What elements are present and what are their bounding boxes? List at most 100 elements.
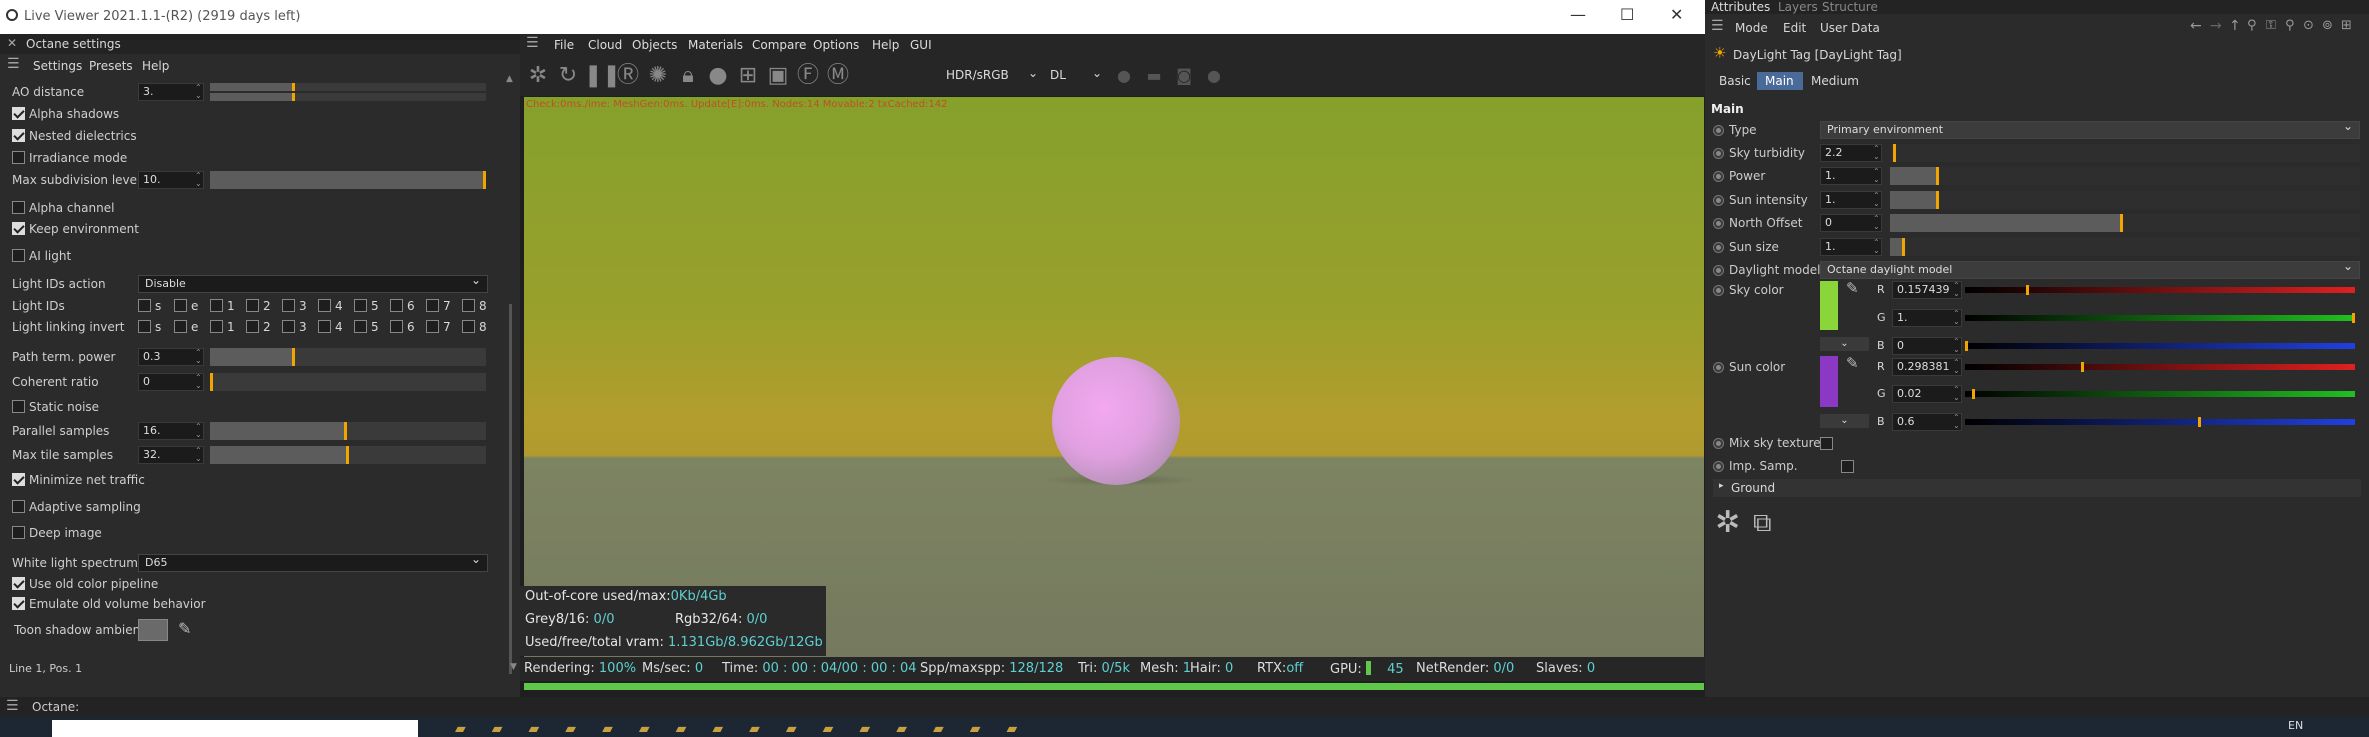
max-subdivision-slider[interactable] [210,171,486,189]
light-id-s[interactable] [138,299,151,312]
lock-icon[interactable]: 🔒︎ [674,62,702,90]
irradiance-mode-checkbox[interactable] [12,151,25,164]
alpha-shadows-checkbox[interactable] [12,107,25,120]
sky-color-expand-icon[interactable]: ⌄ [1820,337,1869,351]
search-icon[interactable]: ⚲ [2247,18,2257,33]
north-offset-keyframe-icon[interactable] [1713,218,1724,229]
alpha-shadows-row[interactable]: Alpha shadows [12,107,119,125]
link-invert-4[interactable] [318,320,331,333]
menu-edit[interactable]: Edit [1783,21,1806,35]
emulate-old-volume-row[interactable]: Emulate old volume behavior [12,597,206,615]
sun-color-eyedropper-icon[interactable]: ✎ [1846,354,1859,372]
sphere-material-icon[interactable]: ● [704,62,732,90]
menu-presets[interactable]: Presets [89,59,133,73]
type-keyframe-icon[interactable] [1713,125,1724,136]
menu-materials[interactable]: Materials [688,38,743,52]
link-invert-6[interactable] [390,320,403,333]
north-offset-slider[interactable] [1890,214,2360,232]
north-offset-input[interactable]: 0 [1820,214,1882,232]
light-id-8[interactable] [462,299,475,312]
tab-attributes[interactable]: Attributes [1711,0,1770,14]
daylight-model-dropdown[interactable]: Octane daylight model [1820,259,2360,279]
path-term-power-slider[interactable] [210,348,486,366]
add-panel-icon[interactable]: ⊞ [2341,18,2352,33]
link-invert-3[interactable] [282,320,295,333]
pin-icon[interactable]: ⊚ [2322,18,2333,33]
coherent-ratio-input[interactable]: 0 [138,373,204,391]
back-arrow-icon[interactable]: ← [2190,18,2202,34]
keep-environment-row[interactable]: Keep environment [12,222,139,240]
attributes-hamburger-icon[interactable]: ☰ [1711,18,1724,34]
mix-sky-texture-checkbox[interactable] [1820,437,1833,450]
max-tile-samples-slider[interactable] [210,446,486,464]
light-id-5[interactable] [354,299,367,312]
static-noise-checkbox[interactable] [12,400,25,413]
imp-samp-keyframe-icon[interactable] [1713,461,1724,472]
material-picker-icon[interactable]: Ⓜ [824,62,852,90]
viewer-hamburger-icon[interactable]: ☰ [526,35,539,51]
alpha-channel-checkbox[interactable] [12,201,25,214]
restart-render-icon[interactable]: ↻ [554,62,582,90]
ground-section[interactable]: ▸ Ground [1713,479,2361,497]
light-id-e[interactable] [174,299,187,312]
sky-g-slider[interactable] [1965,313,2355,323]
octane-logo-icon[interactable]: ✲ [524,62,552,90]
light-id-3[interactable] [282,299,295,312]
power-slider[interactable] [1890,167,2360,185]
maximize-button[interactable]: ☐ [1620,5,1634,24]
sky-color-eyedropper-icon[interactable]: ✎ [1846,279,1859,297]
menu-options[interactable]: Options [813,38,859,52]
link-invert-5[interactable] [354,320,367,333]
render-mode-select[interactable]: DL ⌄ [1048,65,1106,87]
tab-layers[interactable]: Layers [1778,0,1818,14]
close-panel-icon[interactable]: ✕ [7,36,17,50]
static-noise-row[interactable]: Static noise [12,400,99,418]
toon-shadow-swatch[interactable] [138,619,168,641]
taskbar-search-box[interactable] [52,720,418,737]
mix-sky-keyframe-icon[interactable] [1713,438,1724,449]
new-window-icon[interactable]: ⊙ [2303,18,2314,33]
light-id-7[interactable] [426,299,439,312]
sun-size-slider[interactable] [1890,238,2360,256]
menu-settings[interactable]: Settings [33,59,82,73]
sky-turbidity-input[interactable]: 2.2 [1820,144,1882,162]
keep-environment-checkbox[interactable] [12,222,25,235]
node-editor-icon[interactable]: ⧉ [1753,508,1772,539]
type-dropdown[interactable]: Primary environment [1820,119,2360,139]
link-invert-7[interactable] [426,320,439,333]
sky-b-slider[interactable] [1965,341,2355,351]
sky-g-input[interactable]: 1. [1892,309,1962,327]
light-id-4[interactable] [318,299,331,312]
irradiance-mode-row[interactable]: Irradiance mode [12,151,127,169]
imp-samp-checkbox[interactable] [1840,460,1854,473]
sun-g-slider[interactable] [1965,389,2355,399]
nested-dielectrics-checkbox[interactable] [12,129,25,142]
ai-light-row[interactable]: AI light [12,249,71,267]
film-region-icon[interactable]: Ⓕ [794,62,822,90]
tab-structure[interactable]: Structure [1822,0,1878,14]
daylight-model-keyframe-icon[interactable] [1713,265,1724,276]
menu-objects[interactable]: Objects [632,38,677,52]
link-invert-s[interactable] [138,320,151,333]
adaptive-sampling-checkbox[interactable] [12,500,25,513]
use-old-color-pipeline-checkbox[interactable] [12,577,25,590]
path-term-power-input[interactable]: 0.3 [138,348,204,366]
power-keyframe-icon[interactable] [1713,171,1724,182]
sun-intensity-slider[interactable] [1890,191,2360,209]
color-space-select[interactable]: HDR/sRGB ⌄ [944,65,1042,87]
hamburger-icon[interactable]: ☰ [7,56,20,72]
light-id-2[interactable] [246,299,259,312]
light-id-1[interactable] [210,299,223,312]
sun-size-input[interactable]: 1. [1820,238,1882,256]
use-old-color-pipeline-row[interactable]: Use old color pipeline [12,577,158,595]
menu-user-data[interactable]: User Data [1820,21,1880,35]
sun-r-input[interactable]: 0.298381 [1892,358,1962,376]
octane-help-icon[interactable]: ✲ [1715,505,1740,540]
power-input[interactable]: 1. [1820,167,1882,185]
sun-intensity-keyframe-icon[interactable] [1713,195,1724,206]
parallel-samples-slider[interactable] [210,422,486,440]
menu-help-viewer[interactable]: Help [872,38,899,52]
menu-mode[interactable]: Mode [1735,21,1768,35]
ground-expand-icon[interactable]: ▸ [1719,481,1724,491]
subtab-medium[interactable]: Medium [1805,72,1861,90]
